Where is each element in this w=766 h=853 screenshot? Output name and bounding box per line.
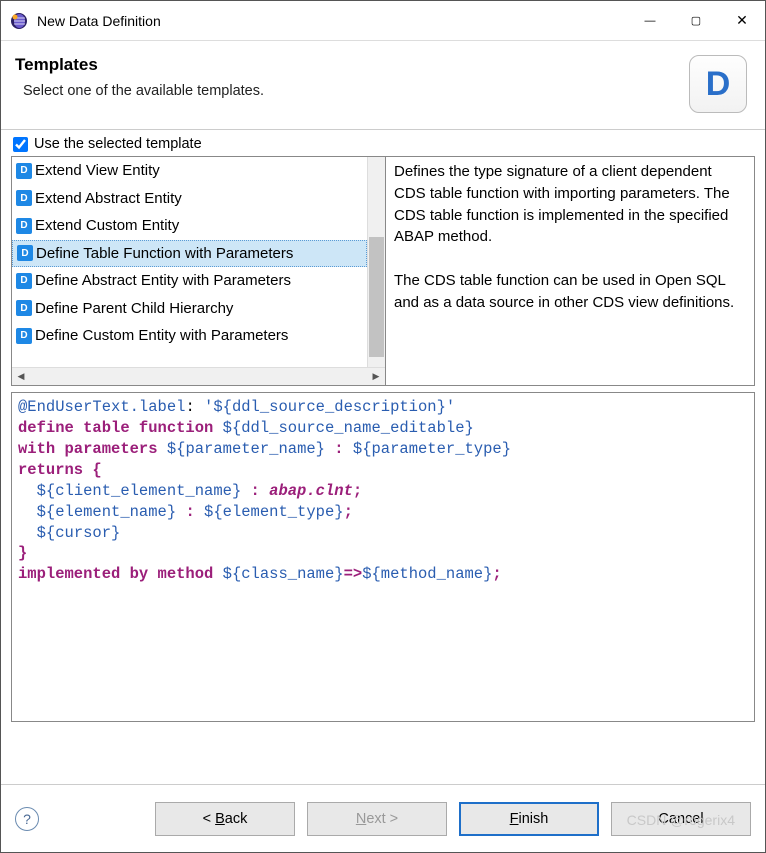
finish-button[interactable]: Finish: [459, 802, 599, 836]
use-template-label: Use the selected template: [34, 136, 202, 152]
horizontal-scrollbar[interactable]: ◀ ▶: [12, 367, 385, 385]
vertical-scrollbar[interactable]: [367, 157, 385, 367]
template-icon: D: [16, 273, 32, 289]
template-item[interactable]: DExtend Custom Entity: [12, 212, 367, 240]
maximize-button[interactable]: ▢: [673, 2, 719, 40]
close-button[interactable]: ✕: [719, 2, 765, 40]
use-template-checkbox[interactable]: [13, 137, 28, 152]
template-icon: D: [17, 245, 33, 261]
template-icon: D: [16, 328, 32, 344]
minimize-button[interactable]: —: [627, 2, 673, 40]
template-item[interactable]: DDefine Custom Entity with Parameters: [12, 322, 367, 350]
template-item[interactable]: DDefine Table Function with Parameters: [12, 240, 367, 268]
template-label: Define Parent Child Hierarchy: [35, 300, 233, 317]
template-item[interactable]: DDefine Parent Child Hierarchy: [12, 295, 367, 323]
window-title: New Data Definition: [37, 13, 627, 29]
titlebar: New Data Definition — ▢ ✕: [1, 1, 765, 41]
template-label: Extend View Entity: [35, 162, 160, 179]
template-icon: D: [16, 190, 32, 206]
template-item[interactable]: DExtend Abstract Entity: [12, 185, 367, 213]
template-label: Define Table Function with Parameters: [36, 245, 293, 262]
scroll-right-icon[interactable]: ▶: [367, 368, 385, 386]
template-code-preview: @EndUserText.label: '${ddl_source_descri…: [11, 392, 755, 722]
template-item[interactable]: DDefine Abstract Entity with Parameters: [12, 267, 367, 295]
next-button: Next >: [307, 802, 447, 836]
template-label: Define Abstract Entity with Parameters: [35, 272, 291, 289]
help-icon[interactable]: ?: [15, 807, 39, 831]
eclipse-icon: [9, 11, 29, 31]
data-definition-icon: D: [689, 55, 747, 113]
template-icon: D: [16, 218, 32, 234]
template-icon: D: [16, 300, 32, 316]
back-button[interactable]: < Back: [155, 802, 295, 836]
cancel-button[interactable]: Cancel: [611, 802, 751, 836]
template-description: Defines the type signature of a client d…: [386, 156, 755, 386]
page-title: Templates: [15, 55, 689, 75]
wizard-header: Templates Select one of the available te…: [1, 41, 765, 129]
scroll-left-icon[interactable]: ◀: [12, 368, 30, 386]
template-label: Extend Abstract Entity: [35, 190, 182, 207]
page-subtitle: Select one of the available templates.: [23, 83, 689, 99]
template-label: Define Custom Entity with Parameters: [35, 327, 288, 344]
template-label: Extend Custom Entity: [35, 217, 179, 234]
template-list[interactable]: DExtend View EntityDExtend Abstract Enti…: [11, 156, 386, 386]
template-icon: D: [16, 163, 32, 179]
template-item[interactable]: DExtend View Entity: [12, 157, 367, 185]
